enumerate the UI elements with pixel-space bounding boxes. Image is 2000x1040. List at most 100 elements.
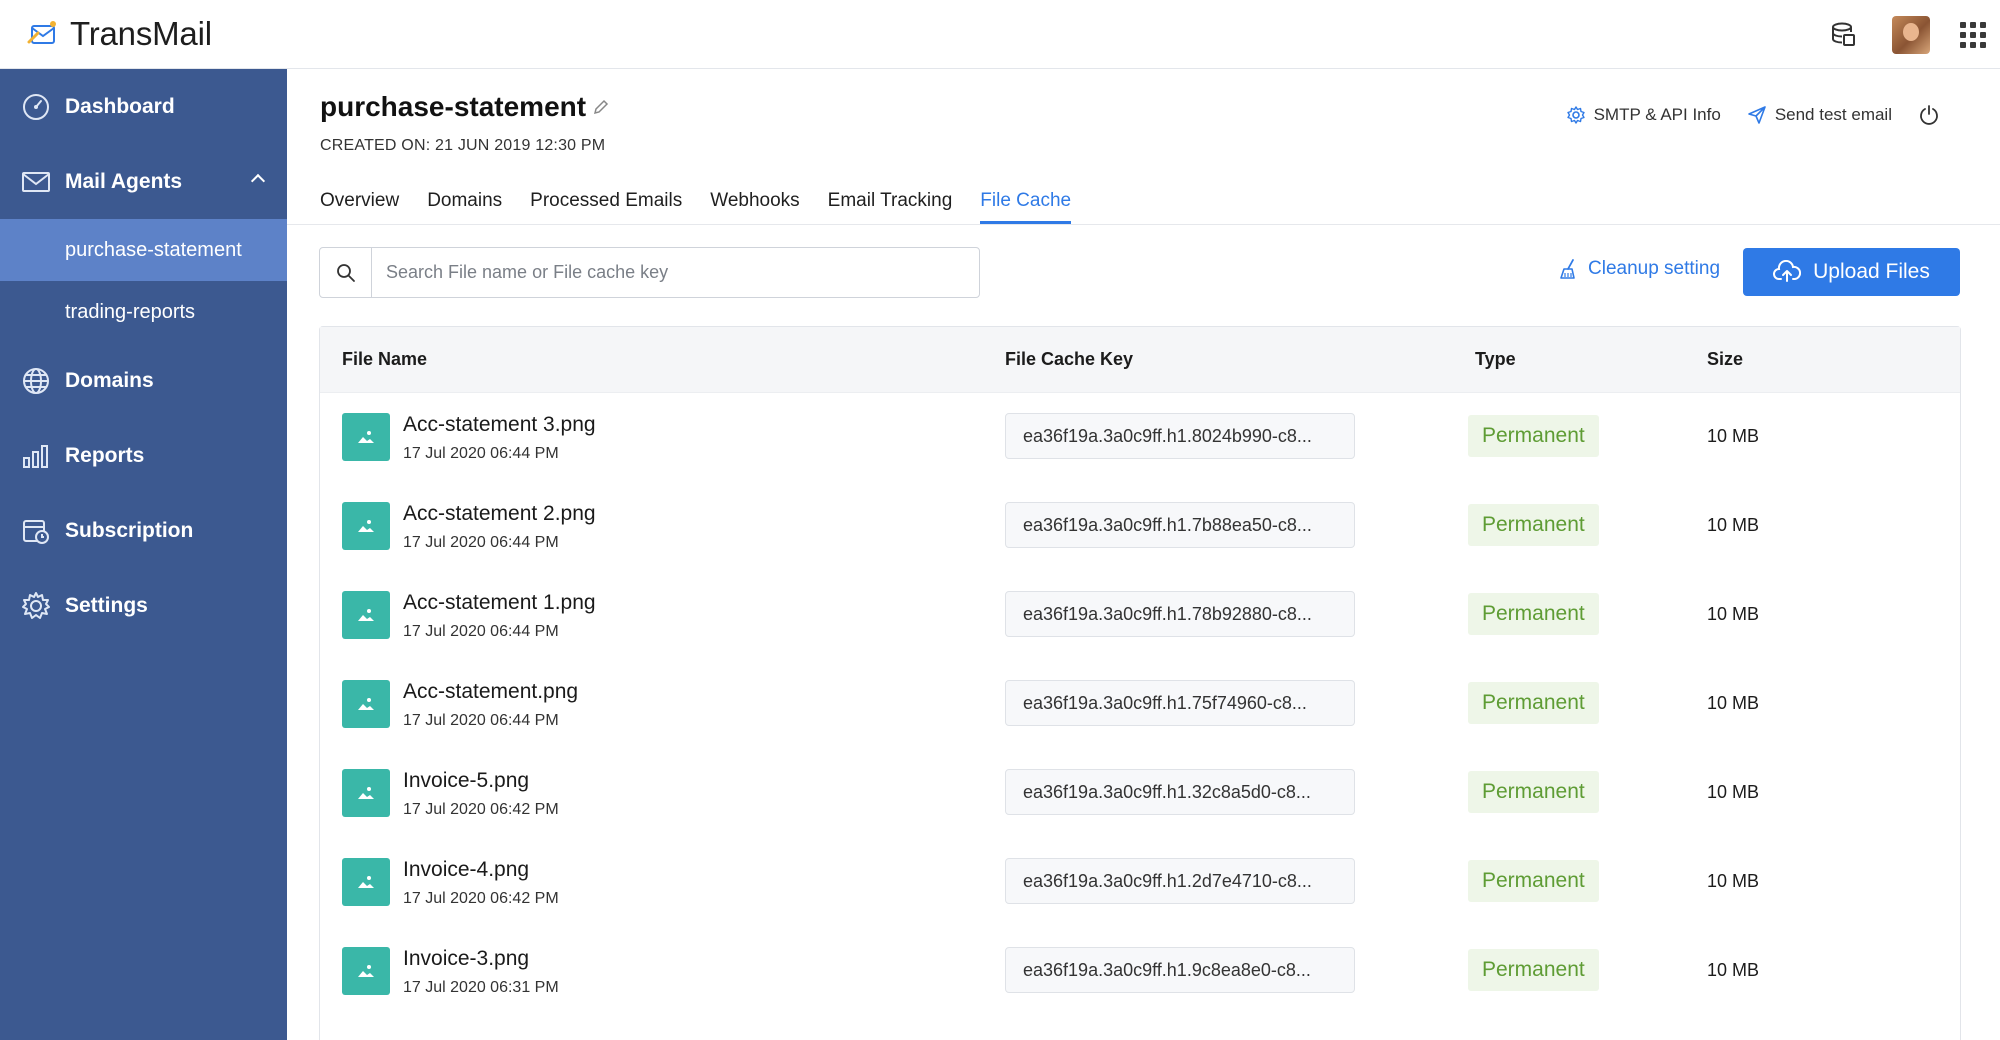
file-name[interactable]: Invoice-3.png (403, 947, 529, 971)
file-size: 10 MB (1707, 782, 1760, 802)
file-name[interactable]: Acc-statement.png (403, 680, 578, 704)
type-badge: Permanent (1468, 771, 1599, 813)
sidebar-subitem-purchase-statement[interactable]: purchase-statement (0, 219, 287, 281)
header-actions: SMTP & API Info Send test email (1540, 104, 1940, 126)
type-badge: Permanent (1468, 860, 1599, 902)
tab-webhooks[interactable]: Webhooks (710, 190, 799, 224)
edit-pencil-icon[interactable] (592, 98, 610, 116)
file-date: 17 Jul 2020 06:31 PM (403, 979, 559, 996)
image-file-icon (342, 769, 390, 817)
file-date: 17 Jul 2020 06:44 PM (403, 445, 559, 462)
image-file-icon (342, 502, 390, 550)
transmail-logo-icon (27, 21, 56, 44)
upload-files-button[interactable]: Upload Files (1743, 248, 1960, 296)
file-size: 10 MB (1707, 960, 1760, 980)
sidebar-item-label: Subscription (65, 518, 194, 542)
image-file-icon (342, 413, 390, 461)
bar-chart-icon (23, 444, 48, 468)
power-icon[interactable] (1918, 104, 1940, 126)
type-badge: Permanent (1468, 593, 1599, 635)
sidebar-item-label: Settings (65, 593, 148, 617)
file-cache-key[interactable]: ea36f19a.3a0c9ff.h1.78b92880-c8... (1005, 591, 1355, 637)
file-date: 17 Jul 2020 06:42 PM (403, 801, 559, 818)
tabs-divider (287, 224, 2000, 225)
table-row[interactable]: Acc-statement 2.png 17 Jul 2020 06:44 PM e… (320, 482, 1960, 571)
file-name[interactable]: Invoice-5.png (403, 769, 529, 793)
file-cache-key[interactable]: ea36f19a.3a0c9ff.h1.9c8ea8e0-c8... (1005, 947, 1355, 993)
cleanup-setting-link[interactable]: Cleanup setting (1558, 258, 1720, 280)
file-date: 17 Jul 2020 06:44 PM (403, 712, 559, 729)
file-size: 10 MB (1707, 871, 1760, 891)
file-cache-key[interactable]: ea36f19a.3a0c9ff.h1.32c8a5d0-c8... (1005, 769, 1355, 815)
smtp-api-info-label: SMTP & API Info (1593, 105, 1721, 124)
table-row[interactable]: Acc-statement 1.png 17 Jul 2020 06:44 PM e… (320, 571, 1960, 660)
chevron-up-icon[interactable] (250, 173, 266, 189)
tab-bar: Overview Domains Processed Emails Webhoo… (320, 190, 1099, 224)
column-header-type[interactable]: Type (1475, 349, 1516, 370)
table-row[interactable]: Invoice-3.png 17 Jul 2020 06:31 PM ea36f19… (320, 927, 1960, 1016)
top-actions (1830, 0, 2000, 69)
table-row[interactable]: Acc-statement.png 17 Jul 2020 06:44 PM ea3… (320, 660, 1960, 749)
sidebar-item-domains[interactable]: Domains (0, 343, 287, 418)
file-name[interactable]: Invoice-4.png (403, 858, 529, 882)
image-file-icon (342, 858, 390, 906)
image-file-icon (342, 591, 390, 639)
search-input[interactable] (372, 248, 979, 297)
tab-domains[interactable]: Domains (427, 190, 502, 224)
table-row[interactable]: Invoice-5.png 17 Jul 2020 06:42 PM ea36f19… (320, 749, 1960, 838)
table-row[interactable]: Invoice-4.png 17 Jul 2020 06:42 PM ea36f19… (320, 838, 1960, 927)
send-icon (1748, 106, 1766, 124)
smtp-api-info-link[interactable]: SMTP & API Info (1566, 105, 1721, 125)
send-test-email-label: Send test email (1774, 105, 1892, 124)
tab-overview[interactable]: Overview (320, 190, 399, 224)
sidebar-item-settings[interactable]: Settings (0, 568, 287, 643)
sidebar-item-mail-agents[interactable]: Mail Agents (0, 144, 287, 219)
file-cache-key[interactable]: ea36f19a.3a0c9ff.h1.8024b990-c8... (1005, 413, 1355, 459)
tab-file-cache[interactable]: File Cache (980, 190, 1071, 224)
image-file-icon (342, 947, 390, 995)
table-header: File Name File Cache Key Type Size (320, 327, 1960, 393)
column-header-size[interactable]: Size (1707, 349, 1743, 370)
type-badge: Permanent (1468, 504, 1599, 546)
file-cache-key[interactable]: ea36f19a.3a0c9ff.h1.75f74960-c8... (1005, 680, 1355, 726)
file-size: 10 MB (1707, 515, 1760, 535)
file-size: 10 MB (1707, 426, 1760, 446)
search-box (319, 247, 980, 298)
subscription-icon (23, 519, 49, 544)
table-body: Acc-statement 3.png 17 Jul 2020 06:44 PM e… (320, 393, 1960, 1016)
type-badge: Permanent (1468, 682, 1599, 724)
sidebar-item-dashboard[interactable]: Dashboard (0, 69, 287, 144)
column-header-file-cache-key[interactable]: File Cache Key (1005, 349, 1133, 370)
table-row[interactable]: Acc-statement 3.png 17 Jul 2020 06:44 PM e… (320, 393, 1960, 482)
top-bar: TransMail (0, 0, 2000, 69)
file-name[interactable]: Acc-statement 1.png (403, 591, 596, 615)
search-button[interactable] (320, 248, 372, 297)
file-cache-key[interactable]: ea36f19a.3a0c9ff.h1.7b88ea50-c8... (1005, 502, 1355, 548)
tab-processed-emails[interactable]: Processed Emails (530, 190, 682, 224)
cloud-upload-icon (1773, 260, 1802, 282)
file-cache-table: File Name File Cache Key Type Size Acc-s… (319, 326, 1961, 1040)
file-cache-key[interactable]: ea36f19a.3a0c9ff.h1.2d7e4710-c8... (1005, 858, 1355, 904)
app-name: TransMail (70, 15, 212, 52)
file-name[interactable]: Acc-statement 2.png (403, 502, 596, 526)
send-test-email-link[interactable]: Send test email (1747, 105, 1892, 125)
created-on-text: CREATED ON: 21 JUN 2019 12:30 PM (320, 137, 606, 154)
avatar[interactable] (1892, 15, 1930, 54)
globe-icon (23, 367, 49, 394)
sidebar-item-reports[interactable]: Reports (0, 418, 287, 493)
tab-email-tracking[interactable]: Email Tracking (828, 190, 953, 224)
sidebar-item-subscription[interactable]: Subscription (0, 493, 287, 568)
brand[interactable]: TransMail (26, 15, 212, 53)
page-title: purchase-statement (320, 91, 587, 122)
sidebar-subitem-trading-reports[interactable]: trading-reports (0, 281, 287, 343)
file-size: 10 MB (1707, 693, 1760, 713)
sidebar-item-label: Reports (65, 443, 145, 467)
mail-icon (22, 171, 50, 192)
dashboard-icon (23, 93, 49, 120)
column-header-file-name[interactable]: File Name (342, 349, 427, 370)
apps-grid-icon[interactable] (1960, 21, 1986, 48)
database-icon[interactable] (1830, 21, 1856, 49)
type-badge: Permanent (1468, 949, 1599, 991)
file-name[interactable]: Acc-statement 3.png (403, 413, 596, 437)
cleanup-setting-label: Cleanup setting (1588, 258, 1721, 279)
